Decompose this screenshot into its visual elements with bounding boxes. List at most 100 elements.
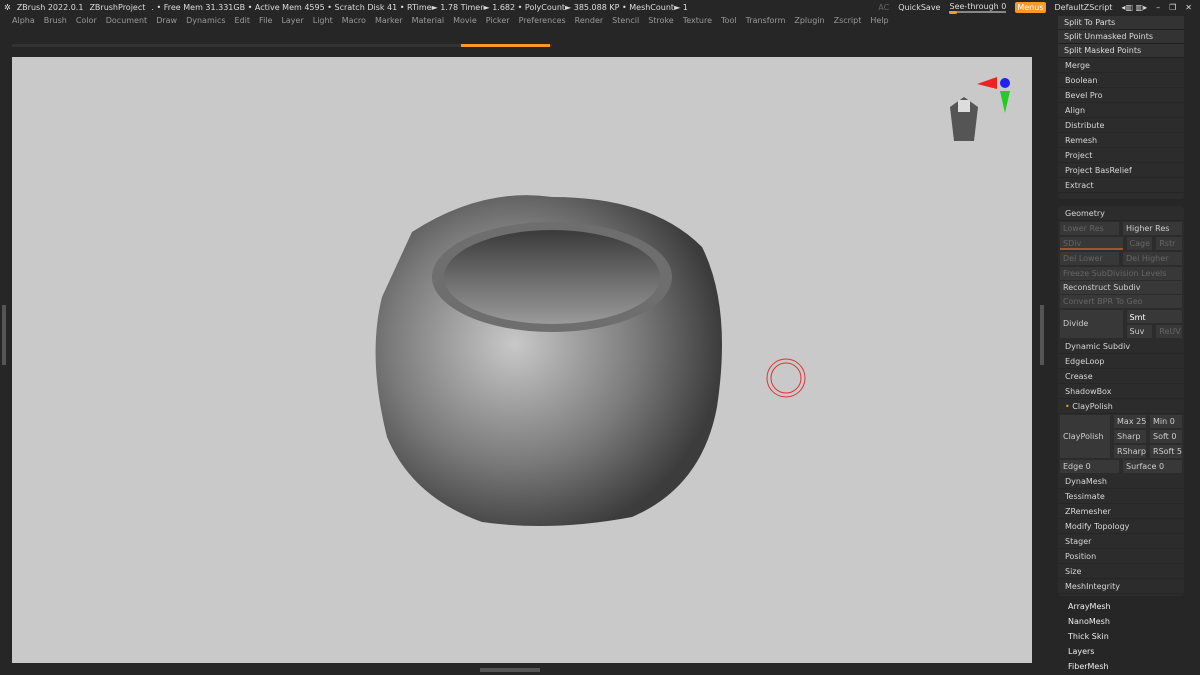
- max-slider[interactable]: Max 25: [1114, 415, 1147, 428]
- menu-preferences[interactable]: Preferences: [519, 16, 566, 25]
- close-icon[interactable]: ✕: [1185, 3, 1192, 12]
- claypolish-button[interactable]: ClayPolish: [1060, 415, 1111, 458]
- edgeloop-button[interactable]: EdgeLoop: [1058, 354, 1184, 369]
- geometry-header[interactable]: Geometry: [1058, 206, 1184, 221]
- freeze-subdiv-button[interactable]: Freeze SubDivision Levels: [1060, 267, 1182, 280]
- subtool-project-button[interactable]: Project: [1058, 148, 1184, 163]
- menu-render[interactable]: Render: [575, 16, 603, 25]
- stager-button[interactable]: Stager: [1058, 534, 1184, 549]
- divide-button[interactable]: Divide: [1060, 310, 1123, 338]
- rsoft-slider[interactable]: RSoft 5: [1150, 445, 1182, 458]
- geometry-panel: Geometry Lower Res Higher Res SDiv Cage Rs…: [1058, 206, 1184, 596]
- subtool-project-basrelief-button[interactable]: Project BasRelief: [1058, 163, 1184, 178]
- menu-alpha[interactable]: Alpha: [12, 16, 35, 25]
- thick-skin-section[interactable]: Thick Skin: [1068, 632, 1109, 641]
- fibermesh-section[interactable]: FiberMesh: [1068, 662, 1109, 671]
- subtool-distribute-button[interactable]: Distribute: [1058, 118, 1184, 133]
- nanomesh-section[interactable]: NanoMesh: [1068, 617, 1110, 626]
- edge-slider[interactable]: Edge 0: [1060, 460, 1119, 473]
- suv-toggle[interactable]: Suv: [1126, 325, 1153, 338]
- minimize-icon[interactable]: –: [1156, 3, 1160, 12]
- menu-stencil[interactable]: Stencil: [612, 16, 639, 25]
- soft-slider[interactable]: Soft 0: [1150, 430, 1182, 443]
- menu-macro[interactable]: Macro: [342, 16, 366, 25]
- reconstruct-subdiv-button[interactable]: Reconstruct Subdiv: [1060, 281, 1182, 294]
- min-slider[interactable]: Min 0: [1150, 415, 1182, 428]
- menu-draw[interactable]: Draw: [156, 16, 177, 25]
- subtool-panel: Split To Parts Split Unmasked Points Split…: [1058, 16, 1184, 199]
- menu-tool[interactable]: Tool: [721, 16, 737, 25]
- smt-toggle[interactable]: Smt: [1126, 310, 1182, 323]
- del-higher-button[interactable]: Del Higher: [1123, 252, 1182, 265]
- layers-section[interactable]: Layers: [1068, 647, 1094, 656]
- menu-bar: Alpha Brush Color Document Draw Dynamics Edit F…: [12, 16, 889, 25]
- del-lower-button[interactable]: Del Lower: [1060, 252, 1119, 265]
- subtool-remesh-button[interactable]: Remesh: [1058, 133, 1184, 148]
- cage-button[interactable]: Cage: [1126, 237, 1153, 250]
- surface-slider[interactable]: Surface 0: [1123, 460, 1182, 473]
- menu-picker[interactable]: Picker: [486, 16, 510, 25]
- subtool-bevel-pro-button[interactable]: Bevel Pro: [1058, 88, 1184, 103]
- subtool-split-to-parts-button[interactable]: Split To Parts: [1058, 16, 1184, 30]
- right-tray-handle[interactable]: [1040, 305, 1044, 365]
- quicksave-button[interactable]: QuickSave: [898, 3, 940, 12]
- toolbar-divider: [12, 44, 552, 47]
- menu-color[interactable]: Color: [76, 16, 97, 25]
- title-bar: ✲ ZBrush 2022.0.1 ZBrushProject . • Free…: [0, 0, 1200, 14]
- app-title: ZBrush 2022.0.1: [16, 2, 84, 12]
- left-tray-handle[interactable]: [2, 305, 6, 365]
- crease-button[interactable]: Crease: [1058, 369, 1184, 384]
- subtool-split-unmasked-points-button[interactable]: Split Unmasked Points: [1058, 30, 1184, 44]
- modify-topology-button[interactable]: Modify Topology: [1058, 519, 1184, 534]
- tessimate-button[interactable]: Tessimate: [1058, 489, 1184, 504]
- rstr-button[interactable]: Rstr: [1156, 237, 1182, 250]
- menu-zplugin[interactable]: Zplugin: [794, 16, 824, 25]
- subtool-merge-button[interactable]: Merge: [1058, 58, 1184, 73]
- position-button[interactable]: Position: [1058, 549, 1184, 564]
- arraymesh-section[interactable]: ArrayMesh: [1068, 602, 1111, 611]
- subtool-split-masked-points-button[interactable]: Split Masked Points: [1058, 44, 1184, 58]
- menu-layer[interactable]: Layer: [281, 16, 303, 25]
- restore-icon[interactable]: ❐: [1169, 3, 1176, 12]
- menu-stroke[interactable]: Stroke: [648, 16, 674, 25]
- dynamic-subdiv-button[interactable]: Dynamic Subdiv: [1058, 339, 1184, 354]
- ac-button[interactable]: AC: [878, 3, 889, 12]
- navigation-gizmo-icon: [950, 77, 1010, 141]
- menu-document[interactable]: Document: [106, 16, 147, 25]
- zremesher-button[interactable]: ZRemesher: [1058, 504, 1184, 519]
- canvas-viewport[interactable]: [12, 57, 1032, 663]
- dynamesh-button[interactable]: DynaMesh: [1058, 474, 1184, 489]
- see-through-slider[interactable]: See-through 0: [949, 2, 1007, 14]
- menu-texture[interactable]: Texture: [683, 16, 712, 25]
- menus-button[interactable]: Menus: [1015, 1, 1046, 13]
- subtool-boolean-button[interactable]: Boolean: [1058, 73, 1184, 88]
- menu-help[interactable]: Help: [870, 16, 888, 25]
- mesh-model: [375, 77, 1010, 526]
- rsharp-slider[interactable]: RSharp: [1114, 445, 1147, 458]
- subtool-extract-button[interactable]: Extract: [1058, 178, 1184, 193]
- menu-edit[interactable]: Edit: [235, 16, 251, 25]
- lower-res-button[interactable]: Lower Res: [1060, 222, 1119, 235]
- higher-res-button[interactable]: Higher Res: [1123, 222, 1182, 235]
- reuv-button[interactable]: ReUV: [1156, 325, 1182, 338]
- menu-zscript[interactable]: Zscript: [834, 16, 862, 25]
- sdiv-slider[interactable]: SDiv: [1060, 237, 1123, 250]
- bottom-tray-handle[interactable]: [480, 668, 540, 672]
- size-button[interactable]: Size: [1058, 564, 1184, 579]
- layout-icon[interactable]: ◂▥ ▥▸: [1121, 3, 1147, 12]
- menu-file[interactable]: File: [259, 16, 272, 25]
- default-zscript-button[interactable]: DefaultZScript: [1055, 3, 1113, 12]
- convert-bpr-button[interactable]: Convert BPR To Geo: [1060, 295, 1182, 308]
- menu-transform[interactable]: Transform: [746, 16, 786, 25]
- shadowbox-button[interactable]: ShadowBox: [1058, 384, 1184, 399]
- menu-brush[interactable]: Brush: [44, 16, 67, 25]
- sharp-slider[interactable]: Sharp: [1114, 430, 1147, 443]
- meshintegrity-button[interactable]: MeshIntegrity: [1058, 579, 1184, 594]
- menu-material[interactable]: Material: [412, 16, 445, 25]
- menu-movie[interactable]: Movie: [453, 16, 477, 25]
- menu-dynamics[interactable]: Dynamics: [186, 16, 225, 25]
- menu-marker[interactable]: Marker: [375, 16, 403, 25]
- subtool-align-button[interactable]: Align: [1058, 103, 1184, 118]
- claypolish-header[interactable]: • ClayPolish: [1058, 399, 1184, 414]
- menu-light[interactable]: Light: [313, 16, 333, 25]
